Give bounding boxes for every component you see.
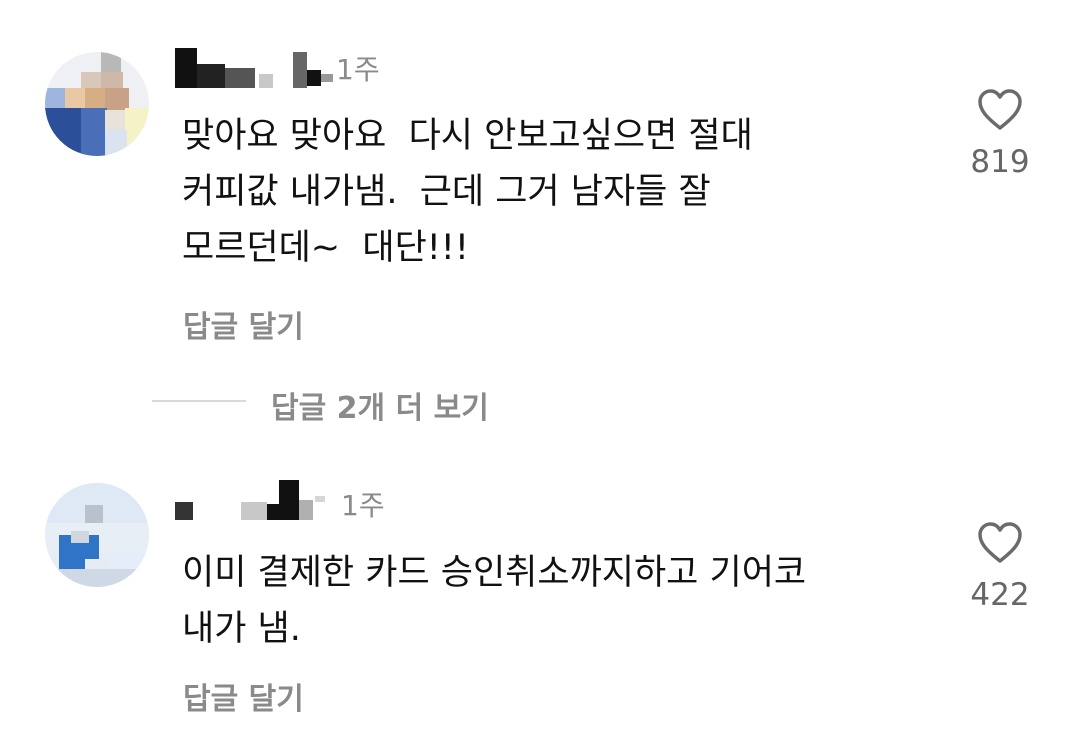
like-count: 422: [970, 577, 1030, 613]
like-button[interactable]: 422: [955, 521, 1045, 613]
comment-2: 1주 이미 결제한 카드 승인취소까지하고 기어코 내가 냄. 답글 달기 42…: [0, 0, 1078, 738]
username-redacted[interactable]: [175, 480, 335, 524]
comment-text-line: 내가 냄.: [182, 609, 301, 649]
heart-outline-icon: [955, 521, 1045, 565]
avatar-blur: [45, 483, 149, 587]
commenter-avatar[interactable]: [45, 483, 149, 587]
comment-text-line: 이미 결제한 카드 승인취소까지하고 기어코: [182, 553, 807, 593]
comment-text: 이미 결제한 카드 승인취소까지하고 기어코 내가 냄.: [182, 545, 902, 657]
comment-time: 1주: [341, 489, 385, 522]
reply-button[interactable]: 답글 달기: [183, 674, 304, 718]
